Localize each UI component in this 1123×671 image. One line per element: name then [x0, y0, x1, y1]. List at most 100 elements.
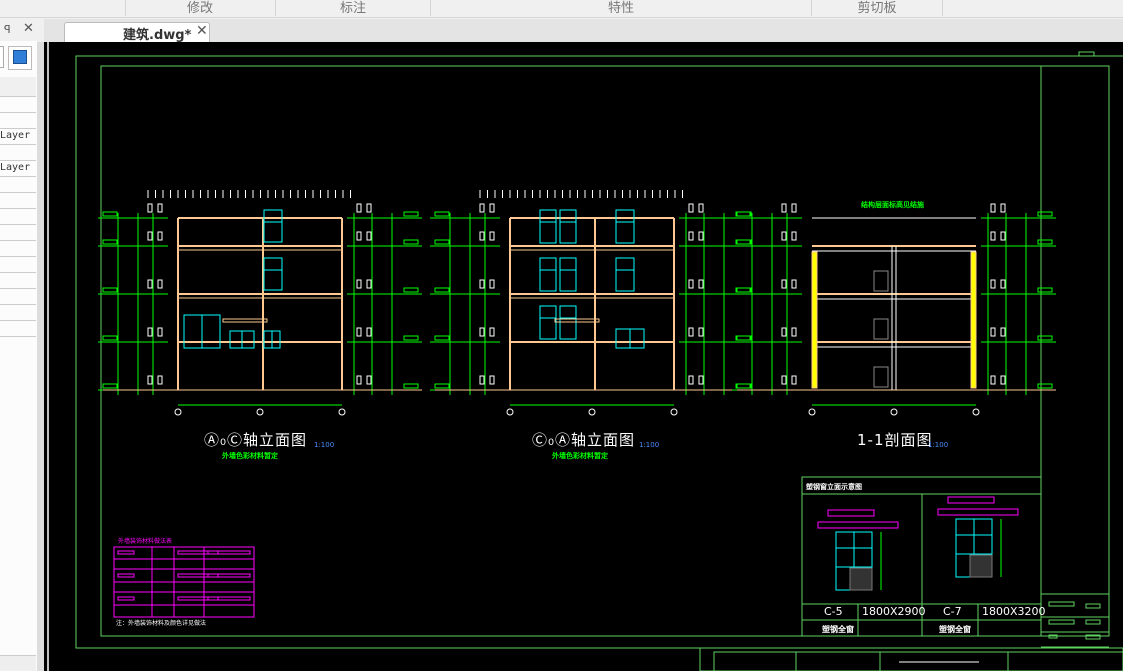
dim-text [157, 375, 163, 385]
layer-list-header [0, 77, 36, 96]
view-note: 结构层面标高见结施 [861, 201, 924, 209]
level-tag [736, 239, 752, 245]
legend-cell [117, 596, 135, 601]
axis-bubble [890, 408, 898, 416]
title-block-field [1085, 603, 1101, 609]
view-note: 外墙色彩材料暂定 [552, 452, 608, 460]
cad-drawing [47, 42, 1123, 671]
axis-bubble [174, 408, 182, 416]
tab-building-dwg[interactable]: 建筑.dwg* ✕ [64, 22, 210, 43]
dim-text [791, 327, 797, 337]
panel-scrollbar[interactable] [37, 42, 44, 671]
window [539, 257, 557, 292]
dim-text [1000, 327, 1006, 337]
level-tag [735, 383, 751, 389]
ribbon-group-clipboard[interactable]: 剪切板 [857, 0, 896, 16]
ribbon-group-annotate[interactable]: 标注 [340, 0, 366, 16]
label-box [947, 496, 995, 504]
layer-name[interactable]: Layer [0, 162, 30, 173]
dim-text [781, 279, 787, 289]
ribbon-group-modify[interactable]: 修改 [187, 0, 213, 16]
dim-text [781, 375, 787, 385]
axis-bubble [338, 408, 346, 416]
dim-text [781, 203, 787, 213]
title-block-field [1048, 619, 1075, 625]
toolbar-button[interactable] [0, 46, 4, 68]
dim-text [990, 327, 996, 337]
level-tag [1037, 211, 1053, 217]
level-tag [1037, 287, 1053, 293]
ribbon-group-properties[interactable]: 特性 [608, 0, 634, 16]
close-tab-icon[interactable]: ✕ [196, 23, 208, 39]
dim-text [147, 231, 153, 241]
adjacent-sheet-frame [699, 647, 1123, 671]
window [559, 209, 577, 244]
view-scale: 1:100 [928, 441, 949, 449]
level-tag [434, 211, 450, 217]
dim-text [366, 327, 372, 337]
drawing-canvas[interactable]: Ⓐ₀Ⓒ轴立面图 1:100 外墙色彩材料暂定 Ⓒ₀Ⓐ轴立面图 1:100 外墙色… [44, 42, 1123, 671]
dim-text [489, 231, 495, 241]
dim-text [698, 231, 704, 241]
select-objects-button[interactable] [8, 46, 32, 70]
dim-text [147, 327, 153, 337]
level-tag [102, 239, 118, 245]
dim-text [479, 375, 485, 385]
door-opening [873, 270, 889, 292]
dim-text [366, 231, 372, 241]
dim-text [781, 327, 787, 337]
axis-bubble [972, 408, 980, 416]
dim-text [698, 279, 704, 289]
level-tag [735, 287, 751, 293]
tab-label: 建筑.dwg* [123, 28, 192, 43]
dim-text [688, 327, 694, 337]
dim-text [1000, 279, 1006, 289]
level-tag [434, 335, 450, 341]
level-tag [403, 335, 419, 341]
dim-text [791, 375, 797, 385]
pin-icon[interactable]: ꟼ [4, 23, 11, 36]
legend-cell [117, 550, 135, 555]
level-tag [434, 383, 450, 389]
dim-text [698, 203, 704, 213]
level-tag [102, 335, 118, 341]
dim-text [781, 231, 787, 241]
level-tag [736, 383, 752, 389]
dim-text [479, 231, 485, 241]
panel-footer [0, 655, 36, 671]
window [263, 257, 283, 291]
level-tag [403, 287, 419, 293]
level-tag [403, 211, 419, 217]
door-opening [873, 366, 889, 388]
level-tag [736, 335, 752, 341]
ribbon-separator [942, 0, 943, 16]
dim-text [366, 203, 372, 213]
dim-text [791, 203, 797, 213]
ribbon-separator [275, 0, 276, 16]
layer-name[interactable]: Layer [0, 130, 30, 141]
dim-text [791, 231, 797, 241]
close-panel-icon[interactable]: ✕ [23, 21, 34, 36]
dim-text [990, 375, 996, 385]
view-scale: 1:100 [639, 441, 660, 449]
dim-text [688, 231, 694, 241]
document-tab-bar: 建筑.dwg* ✕ [44, 19, 1123, 43]
dim-text [688, 279, 694, 289]
dim-text [366, 279, 372, 289]
legend-footnote: 注：外墙装饰材料及颜色详见做法 [116, 620, 207, 627]
label-box [937, 508, 1019, 516]
dim-text [688, 203, 694, 213]
window-code: C-5 [824, 605, 843, 618]
level-tag [102, 211, 118, 217]
axis-bubble [256, 408, 264, 416]
level-tag [434, 287, 450, 293]
legend-title: 外墙装饰材料做法表 [118, 538, 173, 545]
axis-bubble [808, 408, 816, 416]
level-tag [403, 383, 419, 389]
level-tag [1037, 383, 1053, 389]
level-tag [403, 239, 419, 245]
dim-text [479, 327, 485, 337]
canopy [554, 318, 600, 323]
level-tag [102, 383, 118, 389]
dim-text [1000, 231, 1006, 241]
